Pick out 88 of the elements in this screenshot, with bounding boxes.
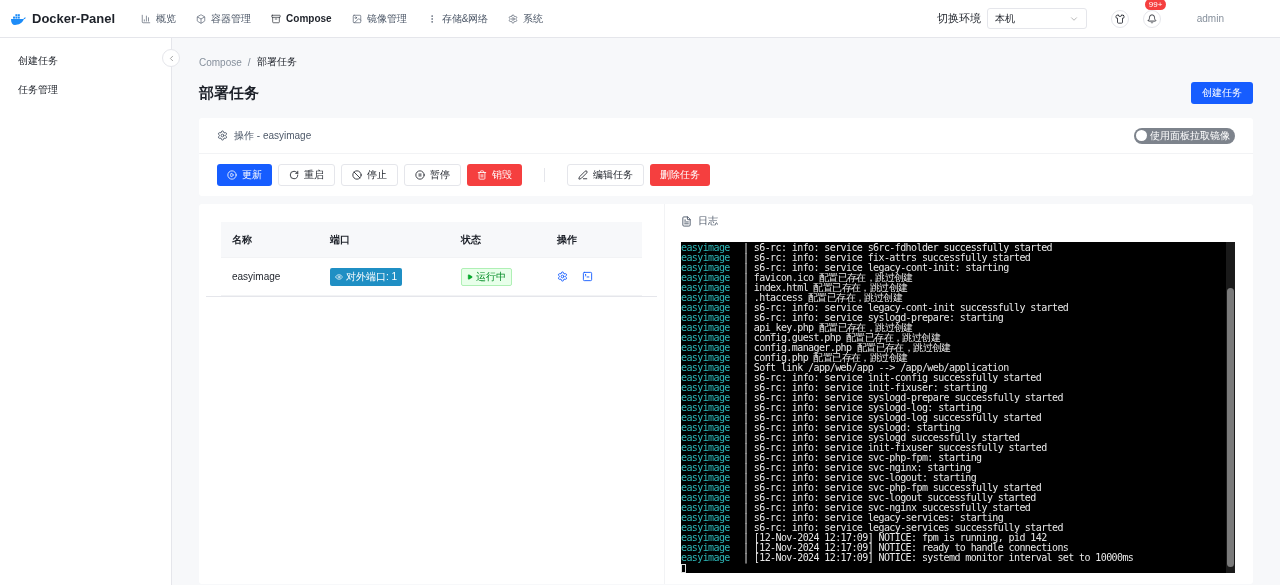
- log-line: easyimage | s6-rc: info: service s6rc-fdholder successfully started: [681, 243, 1053, 253]
- page-title: 部署任务: [199, 83, 259, 103]
- log-line: easyimage | s6-rc: info: service syslogd-prepare successfully started: [681, 393, 1064, 403]
- eye-icon: [335, 272, 343, 281]
- chart-icon: [141, 13, 152, 24]
- env-select[interactable]: 本机: [986, 8, 1087, 29]
- sidebar-item[interactable]: 任务管理: [0, 75, 76, 104]
- action-button[interactable]: 销毁: [467, 164, 522, 186]
- log-line: easyimage | s6-rc: info: service svc-php-fpm: starting: [681, 453, 982, 463]
- log-line: easyimage | s6-rc: info: service svc-logout: starting: [681, 473, 977, 483]
- cursor: [681, 564, 686, 573]
- log-line: easyimage | s6-rc: info: service init-config successfully started: [681, 373, 1043, 383]
- log-line: easyimage | s6-rc: info: service legacy-cont-init: starting: [681, 263, 1010, 273]
- play-icon: [227, 170, 237, 180]
- nav-item[interactable]: 容器管理: [186, 11, 262, 26]
- action-button[interactable]: 重启: [278, 164, 335, 186]
- log-line: easyimage | api_key.php 配置已存在，跳过创建: [681, 323, 913, 333]
- column-header: 状态: [459, 232, 482, 247]
- log-line: easyimage | s6-rc: info: service svc-php-fpm successfully started: [681, 483, 1043, 493]
- log-line: easyimage | s6-rc: info: service svc-nginx: starting: [681, 463, 971, 473]
- log-line: easyimage | s6-rc: info: service legacy-cont-init successfully started: [681, 303, 1070, 313]
- breadcrumb-separator: /: [247, 56, 251, 68]
- app-title: Docker-Panel: [32, 11, 116, 26]
- nav-item[interactable]: 概览: [131, 11, 187, 26]
- log-line: easyimage | s6-rc: info: service syslogd-log successfully started: [681, 413, 1043, 423]
- play-icon: [467, 273, 473, 280]
- document-icon: [681, 215, 692, 227]
- column-header: 名称: [231, 232, 253, 247]
- notification-badge: 99+: [1144, 0, 1167, 10]
- whale-logo-icon: [10, 12, 26, 25]
- action-button[interactable]: 停止: [341, 164, 398, 186]
- restart-icon: [289, 170, 299, 180]
- log-line: easyimage | s6-rc: info: service syslogd: starting: [681, 423, 960, 433]
- create-task-button[interactable]: 创建任务: [1191, 82, 1253, 104]
- log-line: easyimage | [12-Nov-2024 12:17:09] NOTICE: ready to handle connections: [681, 543, 1069, 553]
- log-line: easyimage | s6-rc: info: service init-fixuser: starting: [681, 383, 987, 393]
- log-line: easyimage | s6-rc: info: service syslogd successfully started: [681, 433, 1020, 443]
- log-line: easyimage | s6-rc: info: service legacy-services successfully started: [681, 523, 1064, 533]
- log-line: easyimage | .htaccess 配置已存在，跳过创建: [681, 293, 903, 303]
- pencil-icon: [578, 170, 588, 180]
- breadcrumb-item: 部署任务: [256, 55, 297, 69]
- log-line: easyimage | favicon.ico 配置已存在，跳过创建: [681, 273, 913, 283]
- action-button[interactable]: 更新: [217, 164, 272, 186]
- image-icon: [351, 13, 362, 24]
- task-button[interactable]: 编辑任务: [567, 164, 644, 186]
- env-label: 切换环境: [936, 11, 981, 26]
- log-line: easyimage | s6-rc: info: service svc-nginx successfully started: [681, 503, 1032, 513]
- scrollbar-thumb[interactable]: [1227, 288, 1234, 567]
- action-button[interactable]: 暂停: [404, 164, 461, 186]
- shirt-icon: [1114, 13, 1125, 24]
- log-line: easyimage | s6-rc: info: service init-fixuser successfully started: [681, 443, 1048, 453]
- log-line: easyimage | config.manager.php 配置已存在，跳过创建: [681, 343, 952, 353]
- bell-icon: [1146, 13, 1157, 24]
- column-header: 操作: [556, 232, 578, 247]
- nav-item[interactable]: Compose: [261, 13, 342, 24]
- stop-icon: [352, 170, 362, 180]
- log-line: easyimage | s6-rc: info: service syslogd-prepare: starting: [681, 313, 1004, 323]
- pause-icon: [415, 170, 425, 180]
- table-cell-text: easyimage: [231, 271, 282, 282]
- terminal-icon[interactable]: [582, 271, 593, 282]
- log-line: easyimage | Soft link /app/web/app --> /app/web/application: [681, 363, 1009, 373]
- log-line: easyimage | s6-rc: info: service syslogd-log: starting: [681, 403, 982, 413]
- settings-icon[interactable]: [557, 271, 568, 282]
- log-line: easyimage | s6-rc: info: service fix-attrs successfully started: [681, 253, 1032, 263]
- nav-item[interactable]: 镜像管理: [341, 11, 417, 26]
- user-name[interactable]: admin: [1196, 13, 1224, 24]
- port-tag: 对外端口: 1: [330, 267, 403, 286]
- operation-title: 操作 - easyimage: [217, 128, 312, 143]
- log-line: easyimage | config.guest.php 配置已存在，跳过创建: [681, 333, 941, 343]
- log-line: easyimage | index.html 配置已存在，跳过创建: [681, 283, 909, 293]
- nav-item[interactable]: 系统: [498, 11, 554, 26]
- log-line: easyimage | [12-Nov-2024 12:17:09] NOTICE: fpm is running, pid 142: [681, 533, 1047, 543]
- nav-item[interactable]: 存储&网络: [416, 11, 499, 26]
- trash-icon: [477, 170, 487, 180]
- log-line: easyimage | config.php 配置已存在，跳过创建: [681, 353, 908, 363]
- log-line: easyimage | [12-Nov-2024 12:17:09] NOTICE: systemd monitor interval set to 10000ms: [681, 553, 1135, 563]
- log-line: easyimage | s6-rc: info: service legacy-services: starting: [681, 513, 1004, 523]
- box-icon: [196, 13, 207, 24]
- settings-icon: [508, 13, 519, 24]
- log-line: easyimage | s6-rc: info: service svc-logout successfully started: [681, 493, 1037, 503]
- status-tag: 运行中: [461, 267, 512, 286]
- log-title: 日志: [681, 214, 1235, 228]
- settings-icon: [217, 130, 228, 141]
- archive-icon: [271, 13, 282, 24]
- sidebar-item[interactable]: 创建任务: [0, 46, 76, 75]
- column-header: 端口: [329, 232, 351, 247]
- task-button[interactable]: 删除任务: [650, 164, 710, 186]
- pull-image-switch[interactable]: 使用面板拉取镜像: [1134, 127, 1235, 144]
